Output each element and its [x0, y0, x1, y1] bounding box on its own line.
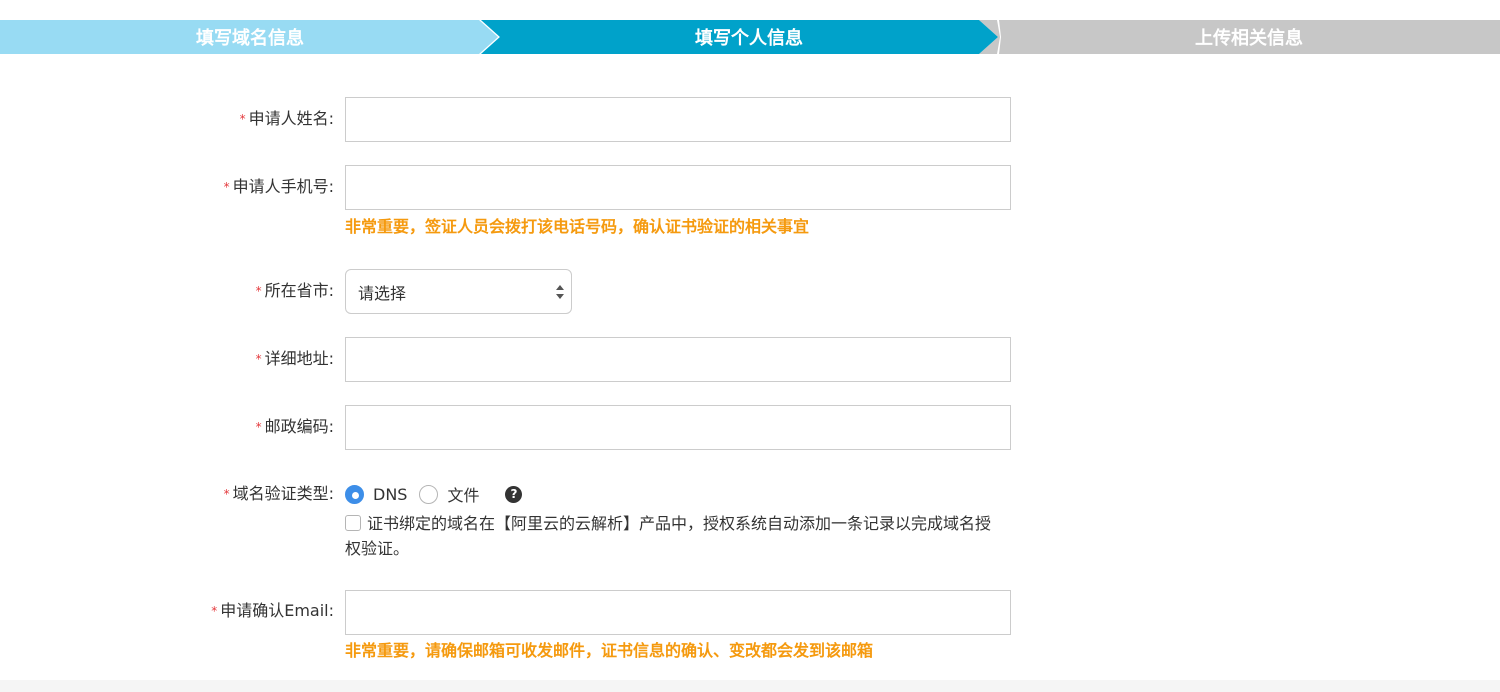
address-label: * 详细地址:	[255, 349, 334, 368]
phone-label: * 申请人手机号:	[223, 177, 334, 196]
email-label: * 申请确认Email:	[211, 601, 334, 620]
email-input[interactable]	[345, 590, 1011, 635]
step-label: 填写个人信息	[695, 28, 803, 49]
name-label: * 申请人姓名:	[239, 109, 334, 128]
province-selected-value: 请选择	[358, 283, 407, 303]
dns-radio-label[interactable]: DNS	[373, 485, 407, 504]
step-personal-info: 填写个人信息	[481, 20, 998, 54]
zip-label: * 邮政编码:	[255, 417, 334, 436]
applicant-phone-input[interactable]	[345, 165, 1011, 210]
required-mark: *	[255, 284, 262, 298]
province-label: * 所在省市:	[255, 281, 334, 300]
address-input[interactable]	[345, 337, 1011, 382]
zip-code-input[interactable]	[345, 405, 1011, 450]
verify-type-label: * 域名验证类型:	[223, 484, 334, 503]
progress-stepper: 填写域名信息 上传相关信息 填写个人信息	[0, 20, 1500, 54]
applicant-name-input[interactable]	[345, 97, 1011, 142]
auth-checkbox-label: 证书绑定的域名在【阿里云的云解析】产品中，授权系统自动添加一条记录以完成域名授权…	[345, 514, 992, 558]
required-mark: *	[223, 180, 230, 194]
step-label: 上传相关信息	[1195, 28, 1303, 49]
province-select[interactable]: 请选择	[345, 269, 572, 314]
select-arrows-icon	[556, 285, 564, 299]
dns-radio[interactable]	[345, 484, 364, 504]
help-icon[interactable]: ?	[505, 485, 523, 503]
step-label: 填写域名信息	[196, 28, 304, 49]
step-domain-info: 填写域名信息	[0, 20, 500, 54]
step-separator-icon	[997, 20, 1001, 54]
email-hint: 非常重要，请确保邮箱可收发邮件，证书信息的确认、变改都会发到该邮箱	[345, 641, 874, 660]
file-radio[interactable]	[419, 484, 439, 504]
step-upload-info: 上传相关信息	[979, 20, 1500, 54]
file-radio-label[interactable]: 文件	[447, 482, 479, 506]
required-mark: *	[211, 604, 218, 618]
required-mark: *	[255, 420, 262, 434]
required-mark: *	[239, 112, 246, 126]
required-mark: *	[223, 487, 230, 501]
bottom-divider	[0, 680, 1500, 692]
required-mark: *	[255, 352, 262, 366]
verify-type-radio-group: DNS 文件 ?	[345, 482, 523, 506]
phone-hint: 非常重要，签证人员会拨打该电话号码，确认证书验证的相关事宜	[345, 217, 810, 236]
